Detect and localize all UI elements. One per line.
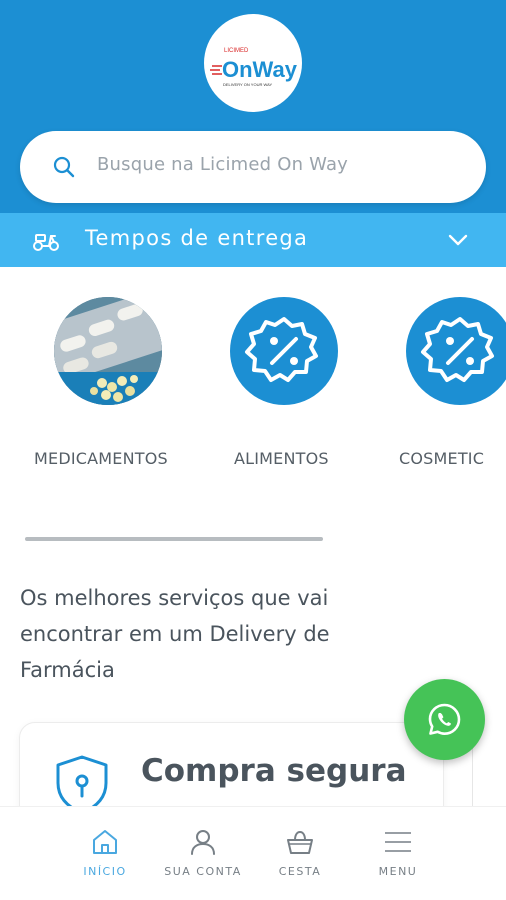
delivery-times-label: Tempos de entrega: [85, 226, 309, 250]
search-bar[interactable]: Busque na Licimed On Way: [20, 131, 486, 203]
services-heading: Os melhores serviços que vai encontrar e…: [20, 586, 330, 682]
onway-logo[interactable]: LICIMED OnWay DELIVERY ON YOUR WAY: [204, 14, 302, 112]
home-icon: [93, 830, 117, 854]
search-icon: [53, 156, 75, 178]
category-label: COSMETIC: [399, 449, 485, 468]
search-input[interactable]: Busque na Licimed On Way: [97, 154, 348, 175]
delivery-times-bar[interactable]: Tempos de entrega: [0, 213, 506, 267]
category-carousel[interactable]: MEDICAMENTOS ALIMENTOS COSMETIC: [0, 267, 506, 527]
nav-label-cesta: CESTA: [278, 865, 322, 878]
scooter-icon: [33, 234, 59, 251]
chevron-down-icon[interactable]: [446, 229, 470, 251]
whatsapp-icon: [428, 703, 461, 735]
category-alimentos[interactable]: ALIMENTOS: [210, 267, 360, 507]
logo-tagline: DELIVERY ON YOUR WAY: [223, 82, 272, 87]
logo-brand-small: LICIMED: [224, 48, 249, 54]
nav-item-cesta[interactable]: CESTA: [250, 807, 350, 900]
bottom-navigation: INÍCIO SUA CONTA CESTA MENU: [0, 806, 506, 900]
nav-label-menu: MENU: [378, 865, 418, 878]
category-medicamentos[interactable]: MEDICAMENTOS: [32, 267, 182, 507]
discount-badge-icon: [406, 297, 506, 405]
nav-item-inicio[interactable]: INÍCIO: [55, 807, 155, 900]
card-title: Compra segura: [141, 753, 407, 789]
user-icon: [191, 830, 215, 855]
category-cosmeticos[interactable]: COSMETIC: [386, 267, 506, 507]
carousel-scrollbar[interactable]: [25, 537, 323, 541]
menu-icon: [385, 832, 411, 852]
basket-icon: [287, 830, 313, 854]
whatsapp-button[interactable]: [404, 679, 485, 760]
discount-badge-icon: [230, 297, 338, 405]
logo-brand-main: OnWay: [222, 57, 298, 82]
nav-item-menu[interactable]: MENU: [348, 807, 448, 900]
nav-label-inicio: INÍCIO: [83, 865, 127, 878]
nav-item-sua-conta[interactable]: SUA CONTA: [153, 807, 253, 900]
category-label: MEDICAMENTOS: [34, 449, 168, 468]
pills-photo: [54, 297, 162, 405]
nav-label-sua-conta: SUA CONTA: [164, 865, 242, 878]
